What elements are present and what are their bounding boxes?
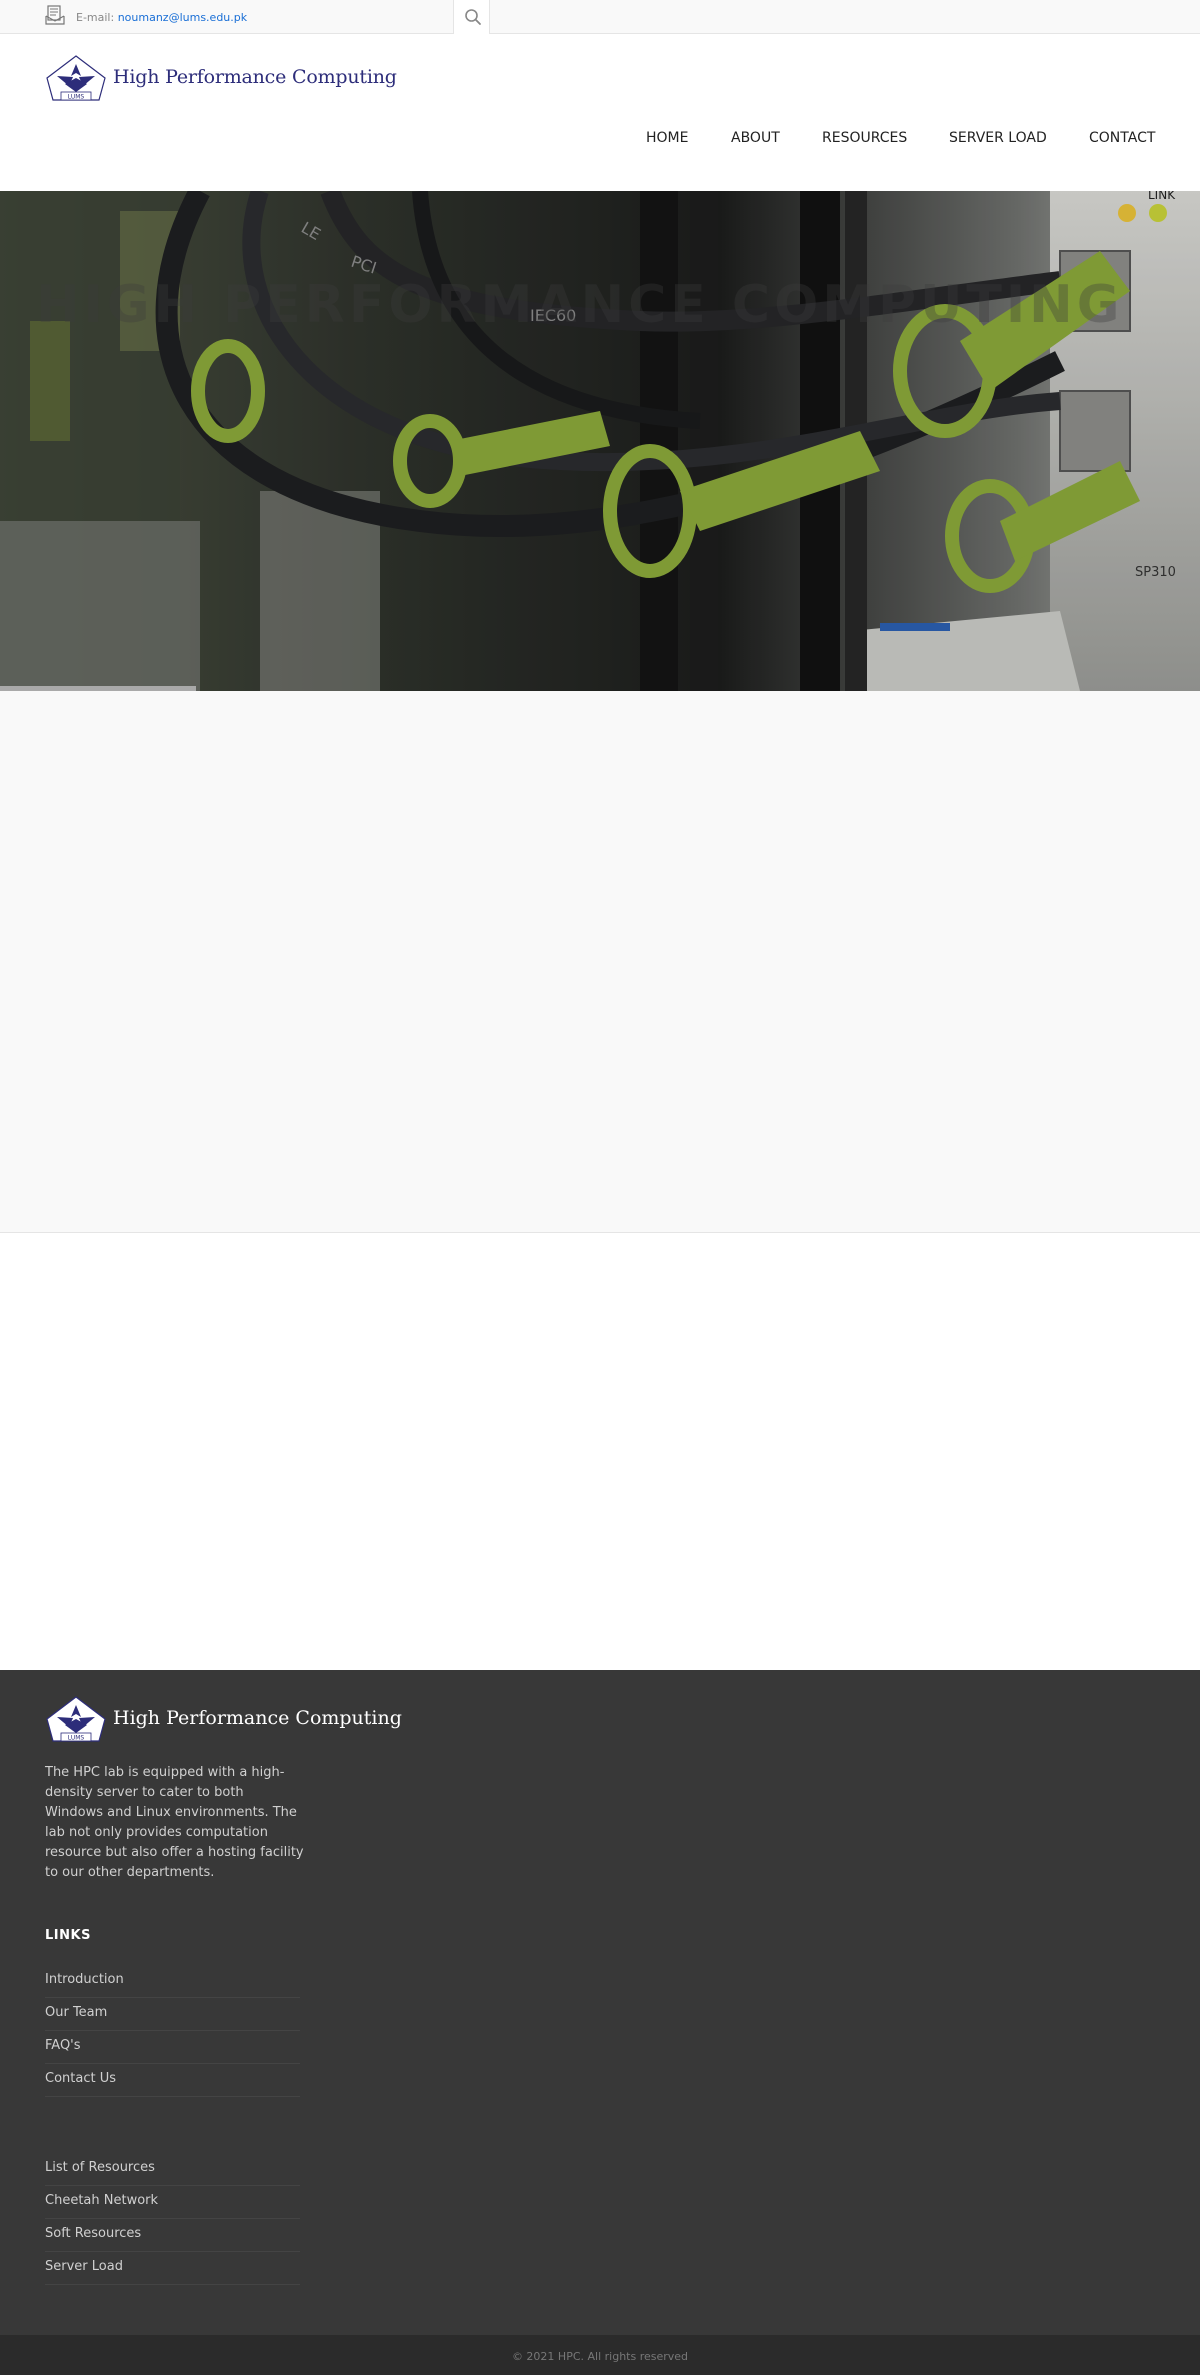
footer-link-cheetah-network[interactable]: Cheetah Network — [45, 2186, 300, 2208]
footer-link-our-team[interactable]: Our Team — [45, 1998, 300, 2020]
search-button[interactable] — [453, 0, 490, 34]
search-icon — [465, 9, 481, 25]
hero-slider: LINK SP310 PCI IEC60 LE HIGH PERFORMANCE… — [0, 191, 1200, 691]
footer-link-introduction[interactable]: Introduction — [45, 1965, 300, 1987]
footer-link-soft-resources[interactable]: Soft Resources — [45, 2219, 300, 2241]
footer-links-heading: LINKS — [45, 1928, 91, 1943]
nav-resources[interactable]: RESOURCES — [822, 130, 907, 146]
nav-home[interactable]: HOME — [646, 130, 688, 146]
footer-link-contact-us[interactable]: Contact Us — [45, 2064, 300, 2086]
list-item: Contact Us — [45, 2064, 300, 2097]
footer-about-text: The HPC lab is equipped with a high-dens… — [45, 1765, 304, 1880]
list-item: Cheetah Network — [45, 2186, 300, 2219]
list-item: List of Resources — [45, 2153, 300, 2186]
list-item: Server Load — [45, 2252, 300, 2285]
hero-image: LINK SP310 PCI IEC60 LE — [0, 191, 1200, 691]
site-logo[interactable]: LUMS High Performance Computing — [45, 54, 397, 104]
nav-contact[interactable]: CONTACT — [1089, 130, 1155, 146]
lums-logo-icon: LUMS — [46, 55, 106, 101]
list-item: FAQ's — [45, 2031, 300, 2064]
footer-resource-links-list: List of Resources Cheetah Network Soft R… — [45, 2153, 300, 2285]
footer-link-server-load[interactable]: Server Load — [45, 2252, 300, 2274]
footer-link-list-of-resources[interactable]: List of Resources — [45, 2153, 300, 2175]
footer-logo-badge-text: LUMS — [68, 1735, 85, 1742]
footer-links-list: Introduction Our Team FAQ's Contact Us — [45, 1965, 300, 2097]
content-section-white — [0, 1233, 1200, 1670]
content-section-gray — [0, 691, 1200, 1233]
footer-link-faqs[interactable]: FAQ's — [45, 2031, 300, 2053]
lums-logo-icon: LUMS — [46, 1696, 106, 1742]
email-label: E-mail: — [76, 11, 115, 24]
site-footer: LUMS High Performance Computing The HPC … — [0, 1670, 1200, 2335]
footer-logo-text: High Performance Computing — [113, 1707, 402, 1729]
nav-about[interactable]: ABOUT — [731, 130, 780, 146]
list-item: Our Team — [45, 1998, 300, 2031]
copyright-text: © 2021 HPC. All rights reserved — [511, 2350, 689, 2363]
mail-icon — [45, 4, 65, 26]
logo-badge-text: LUMS — [68, 94, 85, 101]
site-header: LUMS High Performance Computing HOME ABO… — [0, 34, 1200, 191]
list-item: Soft Resources — [45, 2219, 300, 2252]
nav-server-load[interactable]: SERVER LOAD — [949, 130, 1047, 146]
contact-email: E-mail: noumanz@lums.edu.pk — [76, 11, 247, 24]
footer-logo[interactable]: LUMS High Performance Computing — [45, 1695, 402, 1745]
top-bar: E-mail: noumanz@lums.edu.pk — [0, 0, 1200, 34]
hero-title: HIGH PERFORMANCE COMPUTING — [36, 275, 1124, 335]
list-item: Introduction — [45, 1965, 300, 1998]
email-link[interactable]: noumanz@lums.edu.pk — [118, 11, 247, 24]
logo-text: High Performance Computing — [113, 66, 397, 88]
copyright-bar: © 2021 HPC. All rights reserved — [0, 2335, 1200, 2375]
